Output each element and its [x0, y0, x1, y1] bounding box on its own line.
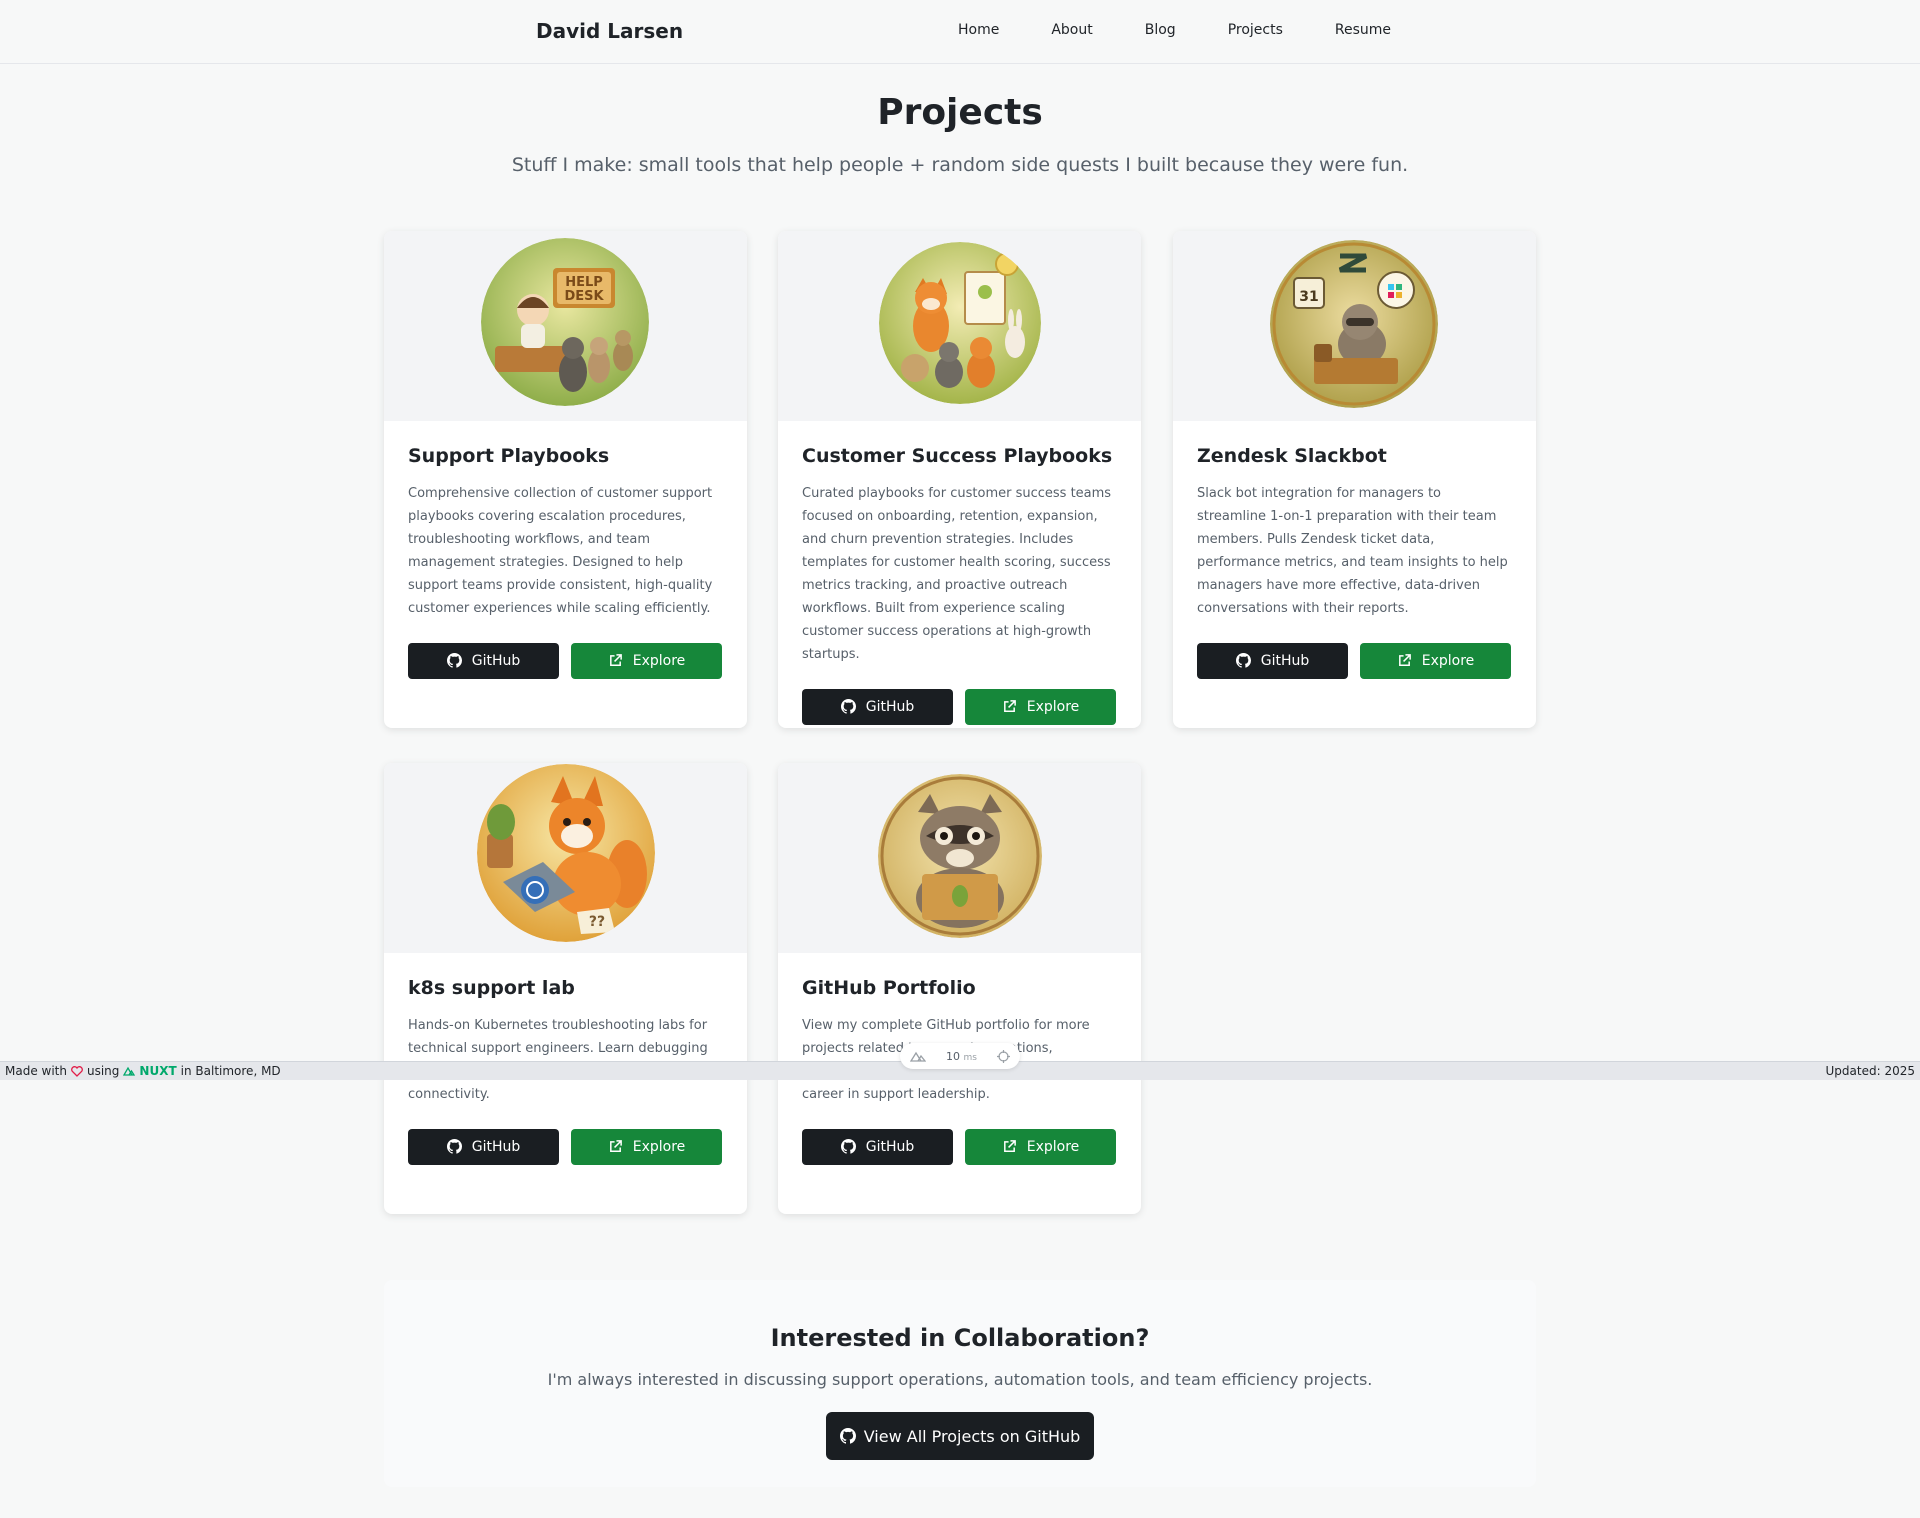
project-image-area — [778, 763, 1141, 953]
github-icon — [1235, 653, 1251, 668]
github-button[interactable]: GitHub — [1197, 642, 1348, 679]
project-description: Comprehensive collection of customer sup… — [408, 485, 713, 616]
nav-link-blog[interactable]: Blog — [1145, 22, 1176, 38]
github-button-label: GitHub — [471, 652, 521, 669]
nuxt-logo-icon — [123, 1066, 136, 1076]
project-title: Customer Success Playbooks — [802, 445, 1113, 467]
project-title: Support Playbooks — [408, 445, 610, 467]
github-icon — [840, 1139, 856, 1154]
page-subtitle: Stuff I make: small tools that help peop… — [511, 154, 1409, 176]
fox-kubernetes-illustration: ?? — [477, 764, 655, 942]
view-all-projects-label: View All Projects on GitHub — [863, 1426, 1081, 1446]
github-button[interactable]: GitHub — [802, 688, 953, 725]
nav-link-home[interactable]: Home — [958, 22, 999, 38]
heart-icon — [71, 1065, 83, 1077]
github-button[interactable]: GitHub — [408, 642, 559, 679]
project-title: Zendesk Slackbot — [1197, 445, 1387, 467]
footer-made-with: Made with — [5, 1064, 67, 1078]
devtools-pill[interactable]: 10 ms — [900, 1043, 1020, 1069]
inspect-target-icon[interactable] — [996, 1049, 1010, 1063]
nav-link-about[interactable]: About — [1051, 22, 1092, 38]
external-link-icon — [609, 1140, 622, 1153]
project-title: GitHub Portfolio — [802, 977, 976, 999]
svg-text:HELP: HELP — [565, 275, 603, 290]
svg-text:31: 31 — [1299, 289, 1318, 305]
project-title: k8s support lab — [408, 977, 575, 999]
github-button-label: GitHub — [865, 1138, 915, 1155]
collaboration-section: Interested in Collaboration? I'm always … — [384, 1280, 1536, 1487]
explore-button-label: Explore — [632, 1138, 686, 1155]
svg-text:??: ?? — [589, 914, 605, 930]
devtools-ms-unit: ms — [963, 1052, 977, 1063]
raccoon-laptop-illustration — [878, 774, 1042, 938]
explore-button[interactable]: Explore — [965, 688, 1116, 725]
collaboration-text: I'm always interested in discussing supp… — [547, 1370, 1373, 1389]
project-description: Hands-on Kubernetes troubleshooting labs… — [408, 1017, 708, 1102]
explore-button-label: Explore — [1026, 698, 1080, 715]
project-card: 31 Zendesk Slackbot Slack bot integratio… — [1173, 231, 1536, 728]
project-image-area: HELP DESK — [384, 231, 747, 421]
project-image-area: ?? — [384, 763, 747, 953]
explore-button[interactable]: Explore — [1360, 642, 1511, 679]
devtools-timing: 10 ms — [946, 1050, 977, 1063]
help-desk-illustration: HELP DESK — [481, 238, 649, 406]
github-icon — [839, 1428, 856, 1444]
github-button-label: GitHub — [1260, 652, 1310, 669]
github-button[interactable]: GitHub — [408, 1128, 559, 1165]
project-image-area — [778, 231, 1141, 421]
explore-button[interactable]: Explore — [571, 1128, 722, 1165]
external-link-icon — [1398, 654, 1411, 667]
project-card: HELP DESK Support Playbooks Comprehensiv… — [384, 231, 747, 728]
github-icon — [446, 1139, 462, 1154]
project-description: Curated playbooks for customer success t… — [802, 485, 1112, 662]
explore-button-label: Explore — [1026, 1138, 1080, 1155]
footer-location: in Baltimore, MD — [180, 1064, 281, 1078]
project-description: Slack bot integration for managers to st… — [1197, 485, 1508, 616]
explore-button[interactable]: Explore — [965, 1128, 1116, 1165]
github-button-label: GitHub — [471, 1138, 521, 1155]
devtools-ms-value: 10 — [946, 1049, 960, 1063]
github-icon — [840, 699, 856, 714]
external-link-icon — [1003, 1140, 1016, 1153]
nav-link-resume[interactable]: Resume — [1335, 22, 1391, 38]
top-navbar: David Larsen Home About Blog Projects Re… — [0, 0, 1920, 64]
nav-links: Home About Blog Projects Resume — [958, 22, 1391, 38]
footer-updated: Updated: 2025 — [1825, 1064, 1915, 1078]
zendesk-raccoon-illustration: 31 — [1270, 240, 1438, 408]
footer-credit: Made with using NUXT in Baltimore, MD — [5, 1064, 281, 1078]
project-card: ?? k8s support lab Hands-on Kubernetes t… — [384, 763, 747, 1214]
external-link-icon — [609, 654, 622, 667]
svg-text:DESK: DESK — [564, 289, 604, 304]
page-title: Projects — [877, 92, 1043, 133]
collaboration-title: Interested in Collaboration? — [770, 1324, 1150, 1352]
github-button-label: GitHub — [865, 698, 915, 715]
project-card: Customer Success Playbooks Curated playb… — [778, 231, 1141, 728]
explore-button-label: Explore — [1421, 652, 1475, 669]
explore-button-label: Explore — [632, 652, 686, 669]
site-brand[interactable]: David Larsen — [536, 19, 683, 43]
view-all-projects-button[interactable]: View All Projects on GitHub — [826, 1412, 1094, 1460]
fox-teacher-illustration — [879, 242, 1041, 404]
github-icon — [446, 653, 462, 668]
footer-framework[interactable]: NUXT — [139, 1064, 176, 1078]
external-link-icon — [1003, 700, 1016, 713]
nuxt-devtools-icon — [910, 1051, 926, 1062]
project-card: GitHub Portfolio View my complete GitHub… — [778, 763, 1141, 1214]
nav-link-projects[interactable]: Projects — [1228, 22, 1283, 38]
github-button[interactable]: GitHub — [802, 1128, 953, 1165]
project-image-area: 31 — [1173, 231, 1536, 421]
explore-button[interactable]: Explore — [571, 642, 722, 679]
footer-using: using — [86, 1064, 120, 1078]
